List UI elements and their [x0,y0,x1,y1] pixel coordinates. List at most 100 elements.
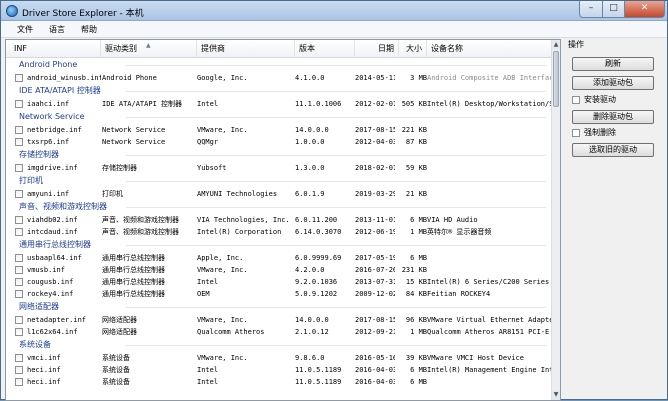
force-delete-checkbox[interactable]: 强制删除 [572,127,616,139]
group-header[interactable]: 通用串行总线控制器 [6,238,552,252]
cell-inf: netadapter.inf [27,316,87,324]
group-header[interactable]: Android Phone [6,58,552,72]
maximize-button[interactable]: □ [603,1,625,18]
row-checkbox[interactable] [15,378,23,386]
cell-size: 6 MB [410,366,427,374]
group-header[interactable]: 网络适配器 [6,300,552,314]
row-checkbox[interactable] [15,100,23,108]
row-checkbox[interactable] [15,254,23,262]
col-size[interactable]: 大小 [399,40,427,58]
menu-help[interactable]: 帮助 [73,21,105,37]
operations-title: 操作 [568,40,584,49]
add-driver-package-button[interactable]: 添加驱动包 [572,76,654,90]
table-row[interactable]: txsrp6.inf Network Service QQMgr 1.0.0.0… [6,136,552,148]
cell-provider: VMware, Inc. [197,354,248,362]
cell-version: 11.0.5.1189 [295,366,342,374]
table-row[interactable]: netbridge.inf Network Service VMware, In… [6,124,552,136]
cell-date: 2014-05-11 [355,74,395,82]
cell-date: 2017-08-15 [355,126,395,134]
cell-provider: Intel [197,278,219,286]
row-checkbox[interactable] [15,328,23,336]
table-row[interactable]: vmusb.inf 通用串行总线控制器 VMware, Inc. 4.2.0.0… [6,264,552,276]
menu-language[interactable]: 语言 [41,21,73,37]
refresh-button[interactable]: 刷新 [572,57,654,71]
cell-date: 2009-12-02 [355,290,395,298]
cell-provider: Intel [197,366,219,374]
cell-size: 39 KB [405,354,427,362]
cell-date: 2013-07-31 [355,278,395,286]
install-driver-checkbox[interactable]: 安装驱动 [572,94,616,106]
table-row[interactable]: rockey4.inf 通用串行总线控制器 OEM 5.0.9.1202 200… [6,288,552,300]
cell-provider: Google, Inc. [197,74,248,82]
cell-version: 1.0.0.0 [295,138,325,146]
group-header[interactable]: 打印机 [6,174,552,188]
group-header[interactable]: IDE ATA/ATAPI 控制器 [6,84,552,98]
cell-date: 2018-02-01 [355,164,395,172]
col-class-label: 驱动类别 [105,44,137,53]
cell-size: 21 KB [405,190,427,198]
table-row[interactable]: l1c62x64.inf 网络适配器 Qualcomm Atheros 2.1.… [6,326,552,338]
vertical-scrollbar[interactable]: ▲ ▼ [551,40,560,400]
row-checkbox[interactable] [15,190,23,198]
select-old-drivers-button[interactable]: 选取旧的驱动 [572,143,654,157]
scroll-down-icon[interactable]: ▼ [552,390,560,400]
scroll-up-icon[interactable]: ▲ [552,40,560,50]
row-checkbox[interactable] [15,354,23,362]
row-checkbox[interactable] [15,126,23,134]
minimize-button[interactable]: – [579,1,603,18]
col-device[interactable]: 设备名称 [427,40,552,58]
col-provider[interactable]: 提供商 [197,40,295,58]
cell-device [427,252,552,264]
cell-inf: txsrp6.inf [27,138,70,146]
cell-inf: android_winusb.inf [27,74,101,82]
group-header[interactable]: 存储控制器 [6,148,552,162]
table-row[interactable]: cougusb.inf 通用串行总线控制器 Intel 9.2.0.1036 2… [6,276,552,288]
cell-version: 11.0.5.1189 [295,378,342,386]
table-row[interactable]: usbaapl64.inf 通用串行总线控制器 Apple, Inc. 6.0.… [6,252,552,264]
col-version[interactable]: 版本 [295,40,355,58]
table-row[interactable]: android_winusb.inf Android Phone Google,… [6,72,552,84]
table-row[interactable]: netadapter.inf 网络适配器 VMware, Inc. 14.0.0… [6,314,552,326]
row-checkbox[interactable] [15,228,23,236]
force-delete-box[interactable] [572,129,580,137]
cell-size: 1 MB [410,328,427,336]
cell-provider: Intel [197,100,219,108]
list-header: INF 驱动类别 ▲ 提供商 版本 日期 大小 设备名称 [6,40,552,58]
row-checkbox[interactable] [15,138,23,146]
table-row[interactable]: viahdb02.inf 声音、视频和游戏控制器 VIA Technologie… [6,214,552,226]
col-class[interactable]: 驱动类别 ▲ [101,40,197,58]
table-row[interactable]: vmci.inf 系统设备 VMware, Inc. 9.8.6.0 2016-… [6,352,552,364]
cell-version: 14.0.0.0 [295,126,329,134]
row-checkbox[interactable] [15,164,23,172]
row-checkbox[interactable] [15,290,23,298]
col-date[interactable]: 日期 [355,40,399,58]
table-row[interactable]: iaahci.inf IDE ATA/ATAPI 控制器 Intel 11.1.… [6,98,552,110]
table-row[interactable]: intcdaud.inf 声音、视频和游戏控制器 Intel(R) Corpor… [6,226,552,238]
scroll-thumb[interactable] [553,51,559,107]
table-row[interactable]: heci.inf 系统设备 Intel 11.0.5.1189 2016-04-… [6,376,552,388]
cell-device [427,124,552,136]
row-checkbox[interactable] [15,216,23,224]
delete-driver-package-button[interactable]: 删除驱动包 [572,110,654,124]
row-checkbox[interactable] [15,316,23,324]
table-row[interactable]: amyuni.inf 打印机 AMYUNI Technologies 6.0.1… [6,188,552,200]
group-header[interactable]: 声音、视频和游戏控制器 [6,200,552,214]
group-header[interactable]: Network Service [6,110,552,124]
driver-list[interactable]: INF 驱动类别 ▲ 提供商 版本 日期 大小 设备名称 Android Pho… [5,39,561,401]
table-row[interactable]: imgdrive.inf 存储控制器 Yubsoft 1.3.0.0 2018-… [6,162,552,174]
row-checkbox[interactable] [15,74,23,82]
row-checkbox[interactable] [15,278,23,286]
table-row[interactable]: heci.inf 系统设备 Intel 11.0.5.1189 2016-04-… [6,364,552,376]
row-checkbox[interactable] [15,366,23,374]
cell-inf: heci.inf [27,366,61,374]
install-driver-box[interactable] [572,96,580,104]
group-header[interactable]: 系统设备 [6,338,552,352]
close-button[interactable]: ✕ [625,1,665,18]
col-inf[interactable]: INF [6,40,101,58]
cell-inf: vmusb.inf [27,266,65,274]
row-checkbox[interactable] [15,266,23,274]
title-bar[interactable]: Driver Store Explorer - 本机 – □ ✕ [1,1,667,21]
cell-size: 96 KB [405,316,427,324]
menu-file[interactable]: 文件 [9,21,41,37]
cell-provider: VMware, Inc. [197,266,248,274]
